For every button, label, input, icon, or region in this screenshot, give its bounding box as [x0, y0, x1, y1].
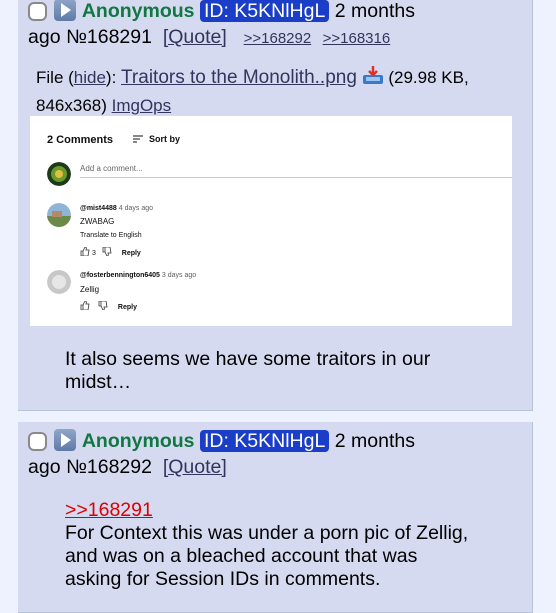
post-number[interactable]: №168291: [66, 26, 152, 48]
quote-button[interactable]: [Quote]: [163, 26, 227, 48]
post-time: 2 months: [334, 0, 415, 22]
quote-button[interactable]: [Quote]: [163, 456, 227, 478]
post-menu-arrow-icon[interactable]: [54, 0, 77, 21]
post-168291: Anonymous ID: K5KNlHgL 2 months ago №168…: [18, 0, 533, 411]
comment-text: ZWABAG: [80, 217, 115, 226]
post-number[interactable]: №168292: [66, 456, 152, 478]
backlink[interactable]: >>168316: [323, 30, 391, 47]
file-name-link[interactable]: Traitors to the Monolith..png: [121, 67, 357, 88]
file-info: File (hide): Traitors to the Monolith..p…: [36, 64, 522, 120]
post-header-line2: ago №168291 [Quote] >>168292 >>168316: [28, 24, 526, 52]
post-168292: Anonymous ID: K5KNlHgL 2 months ago №168…: [18, 422, 533, 613]
comment-actions: Reply: [80, 300, 145, 311]
like-icon: [80, 300, 90, 311]
post-time-suffix: ago: [28, 26, 61, 48]
post-header: Anonymous ID: K5KNlHgL 2 months: [28, 428, 526, 454]
dislike-icon: [98, 300, 108, 311]
post-select-checkbox[interactable]: [28, 432, 47, 451]
comment-actions: 3 Reply: [80, 246, 149, 257]
commenter-avatar-icon: [47, 203, 71, 227]
imgops-link[interactable]: ImgOps: [112, 96, 172, 115]
hide-file-link[interactable]: hide: [74, 68, 106, 87]
commenter-avatar-icon: [47, 270, 71, 294]
download-icon[interactable]: [362, 65, 384, 85]
sort-by-label: Sort by: [149, 134, 181, 144]
poster-name: Anonymous: [81, 430, 195, 452]
post-message: >>168291 For Context this was under a po…: [65, 499, 468, 591]
message-line: and was on a bleached account that was: [65, 545, 418, 567]
reply-label: Reply: [117, 304, 137, 311]
message-line: midst…: [65, 371, 132, 393]
translate-link: Translate to English: [80, 232, 142, 239]
comment-text: Zellig: [80, 285, 100, 294]
poster-id-badge[interactable]: ID: K5KNlHgL: [199, 0, 330, 22]
post-header: Anonymous ID: K5KNlHgL 2 months: [28, 0, 526, 24]
comment-age: 3 days ago: [161, 272, 197, 279]
file-label: File (: [36, 68, 74, 87]
poster-name: Anonymous: [81, 0, 195, 22]
dislike-icon: [102, 246, 112, 257]
comments-count: 2 Comments: [47, 134, 114, 146]
post-message: It also seems we have some traitors in o…: [65, 348, 430, 394]
add-comment-placeholder: Add a comment...: [80, 164, 143, 173]
post-select-checkbox[interactable]: [28, 2, 47, 21]
message-line: It also seems we have some traitors in o…: [65, 348, 431, 370]
file-size: (29.98 KB,: [388, 68, 469, 87]
comment-handle-text: @mist4488: [80, 205, 117, 212]
message-line: For Context this was under a porn pic of…: [65, 522, 469, 544]
file-dimensions: 846x368): [36, 96, 107, 115]
backlink[interactable]: >>168292: [244, 30, 312, 47]
like-count: 3: [91, 250, 96, 257]
post-menu-arrow-icon[interactable]: [54, 429, 77, 451]
reply-label: Reply: [121, 250, 141, 257]
poster-id-badge[interactable]: ID: K5KNlHgL: [199, 430, 330, 452]
comment-handle: @mist4488 4 days ago: [80, 205, 153, 212]
like-icon: [80, 246, 90, 257]
comment-handle: @fosterbennington6405 3 days ago: [80, 272, 196, 279]
post-time: 2 months: [334, 430, 415, 452]
file-separator: ):: [105, 68, 122, 87]
add-comment-underline: [80, 177, 512, 178]
user-avatar-icon: [47, 162, 71, 186]
comment-age: 4 days ago: [118, 205, 153, 212]
comment-handle-text: @fosterbennington6405: [80, 272, 160, 279]
message-line: asking for Session IDs in comments.: [65, 568, 381, 590]
post-time-suffix: ago: [28, 456, 61, 478]
quote-reference-link[interactable]: >>168291: [65, 499, 468, 522]
post-image-thumbnail[interactable]: 2 Comments Sort by Add a comment... @mis…: [30, 116, 512, 326]
sort-icon: [133, 135, 143, 143]
post-header-line2: ago №168292 [Quote]: [28, 454, 526, 480]
